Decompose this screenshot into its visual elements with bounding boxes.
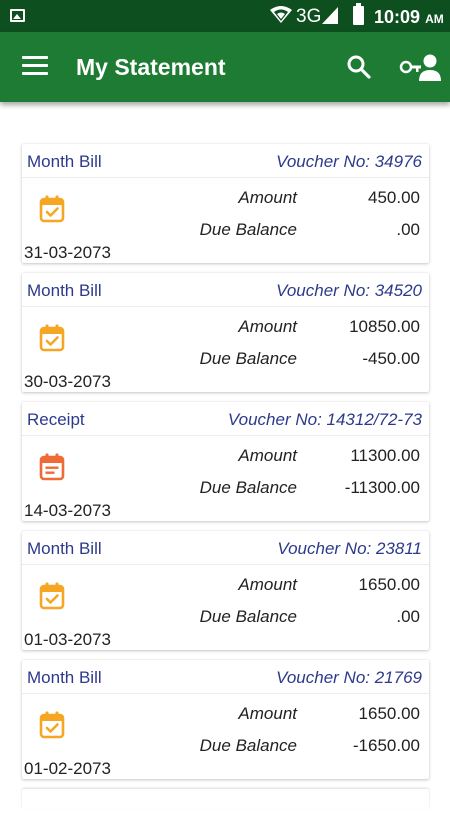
calendar-check-icon: [39, 711, 65, 739]
statement-card-partial[interactable]: [22, 789, 429, 809]
due-balance-value: -1650.00: [352, 736, 420, 755]
statement-date: 14-03-2073: [24, 501, 111, 520]
statement-type: Month Bill: [27, 152, 102, 171]
statement-type: Month Bill: [27, 539, 102, 558]
calendar-check-icon: [39, 195, 65, 223]
calendar-note-icon: [39, 453, 65, 481]
due-balance-value: .00: [396, 220, 420, 239]
statement-type: Month Bill: [27, 281, 102, 300]
statement-date: 30-03-2073: [24, 372, 111, 391]
menu-icon[interactable]: [22, 56, 48, 76]
amount-label: Amount: [238, 317, 297, 336]
card-header: Month Bill Voucher No: 34520: [22, 273, 429, 307]
voucher-number: Voucher No: 23811: [277, 539, 422, 558]
statement-type: Month Bill: [27, 668, 102, 687]
signal-icon: [322, 7, 338, 24]
network-type: 3G: [296, 6, 322, 27]
statement-date: 01-03-2073: [24, 630, 111, 649]
due-balance-label: Due Balance: [199, 607, 297, 626]
card-header: Month Bill Voucher No: 21769: [22, 660, 429, 694]
amount-label: Amount: [238, 446, 297, 465]
voucher-number: Voucher No: 34976: [276, 152, 422, 171]
amount-label: Amount: [238, 704, 297, 723]
due-balance-value: -450.00: [362, 349, 420, 368]
statement-card[interactable]: Month Bill Voucher No: 23811 Amount 1650.00…: [22, 531, 429, 650]
clock-time: 10:09: [374, 7, 421, 27]
statement-type: Receipt: [27, 410, 85, 429]
amount-value: 11300.00: [350, 446, 420, 465]
amount-label: Amount: [238, 575, 297, 594]
due-balance-value: -11300.00: [344, 478, 420, 497]
voucher-number: Voucher No: 21769: [276, 668, 422, 687]
statement-card[interactable]: Month Bill Voucher No: 34520 Amount 10850.0…: [22, 273, 429, 392]
page-title: My Statement: [76, 54, 226, 80]
amount-value: 1650.00: [358, 575, 420, 594]
account-key-icon[interactable]: [399, 52, 441, 82]
amount-value: 10850.00: [349, 317, 420, 336]
due-balance-label: Due Balance: [199, 349, 297, 368]
due-balance-label: Due Balance: [199, 220, 297, 239]
calendar-check-icon: [39, 324, 65, 352]
voucher-number: Voucher No: 34520: [276, 281, 422, 300]
battery-icon: [353, 3, 364, 25]
search-icon[interactable]: [346, 54, 372, 80]
statement-date: 31-03-2073: [24, 243, 111, 262]
app-bar: My Statement: [0, 32, 450, 102]
due-balance-value: .00: [396, 607, 420, 626]
statement-date: 01-02-2073: [24, 759, 111, 778]
status-bar: 3G 10:09 AM: [0, 0, 450, 32]
statement-list: Month Bill Voucher No: 34976 Amount 450.00 D…: [22, 144, 429, 819]
amount-value: 1650.00: [358, 704, 420, 723]
card-header: Month Bill Voucher No: 23811: [22, 531, 429, 565]
statement-card[interactable]: Receipt Voucher No: 14312/72-73 Amount 1130…: [22, 402, 429, 521]
due-balance-label: Due Balance: [199, 478, 297, 497]
card-header: Receipt Voucher No: 14312/72-73: [22, 402, 429, 436]
clock-ampm: AM: [425, 12, 444, 26]
wifi-icon: [270, 6, 292, 23]
amount-label: Amount: [238, 188, 297, 207]
statement-card[interactable]: Month Bill Voucher No: 34976 Amount 450.00 D…: [22, 144, 429, 263]
due-balance-label: Due Balance: [199, 736, 297, 755]
statement-card[interactable]: Month Bill Voucher No: 21769 Amount 1650.00…: [22, 660, 429, 779]
amount-value: 450.00: [368, 188, 420, 207]
voucher-number: Voucher No: 14312/72-73: [227, 410, 422, 429]
image-notification-icon: [10, 9, 25, 22]
card-header: Month Bill Voucher No: 34976: [22, 144, 429, 178]
calendar-check-icon: [39, 582, 65, 610]
clock: 10:09 AM: [374, 7, 444, 28]
